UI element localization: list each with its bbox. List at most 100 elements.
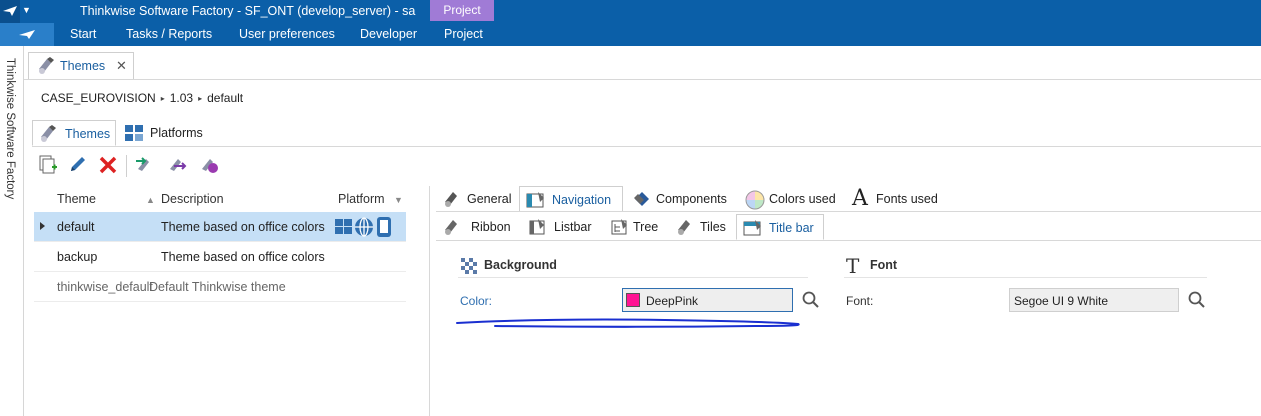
font-field-value: Segoe UI 9 White	[1014, 294, 1109, 308]
document-tab-themes[interactable]: Themes ✕	[28, 52, 134, 79]
ribbon-menu: Start Tasks / Reports User preferences D…	[0, 23, 1261, 46]
tab-navigation-label: Navigation	[552, 193, 612, 207]
color-swatch	[626, 293, 640, 307]
search-icon[interactable]	[801, 290, 821, 310]
tab-general-label: General	[467, 192, 512, 206]
tab-navigation[interactable]: Navigation	[519, 186, 623, 212]
column-header-platform[interactable]: Platform	[338, 192, 385, 206]
checkerboard-icon	[461, 258, 477, 277]
color-field-value: DeepPink	[646, 294, 699, 308]
font-letter-icon: A	[852, 186, 868, 211]
filter-dropdown-icon[interactable]: ▼	[394, 195, 403, 205]
breadcrumb-version[interactable]: 1.03	[170, 91, 193, 105]
subtab-tiles[interactable]: Tiles	[670, 214, 734, 240]
menu-tasks-reports[interactable]: Tasks / Reports	[126, 27, 212, 41]
window-title-bar: ▼ Thinkwise Software Factory - SF_ONT (d…	[0, 0, 1261, 23]
divider	[24, 79, 1261, 80]
toolbar-separator	[126, 155, 127, 177]
breadcrumb-separator: ▸	[198, 94, 203, 103]
table-row[interactable]: thinkwise_default Default Thinkwise them…	[34, 272, 406, 302]
listbar-icon	[528, 218, 548, 239]
copy-theme-icon[interactable]	[166, 153, 188, 177]
color-field[interactable]: DeepPink	[622, 288, 793, 312]
app-icon[interactable]	[0, 0, 20, 23]
subtab-title-bar-label: Title bar	[769, 221, 814, 235]
column-header-description[interactable]: Description	[161, 192, 224, 206]
table-row[interactable]: default Theme based on office colors	[34, 212, 406, 242]
grid-header: Theme ▲ Description Platform ▼	[34, 186, 406, 212]
font-field[interactable]: Segoe UI 9 White	[1009, 288, 1179, 312]
theme-brush-icon	[443, 190, 463, 211]
tab-themes-label: Themes	[65, 127, 111, 141]
tiles-icon	[676, 218, 696, 239]
tree-icon	[610, 218, 630, 239]
menu-developer[interactable]: Developer	[360, 27, 417, 41]
tab-fonts-used[interactable]: A Fonts used	[846, 186, 946, 212]
breadcrumb: CASE_EUROVISION ▸ 1.03 ▸ default	[41, 91, 243, 105]
tab-fonts-used-label: Fonts used	[876, 192, 938, 206]
theme-brush-icon	[37, 57, 57, 78]
search-icon[interactable]	[1187, 290, 1207, 310]
cell-theme: backup	[57, 250, 98, 264]
table-row[interactable]: backup Theme based on office colors	[34, 242, 406, 272]
quick-access-dropdown-icon[interactable]: ▼	[22, 5, 31, 15]
sort-asc-icon[interactable]: ▲	[146, 195, 155, 205]
font-label: Font:	[846, 294, 874, 308]
platform-icons	[334, 216, 394, 241]
group-header-font: Font	[870, 258, 898, 272]
window-title: Thinkwise Software Factory - SF_ONT (dev…	[80, 4, 416, 18]
context-tab-header: Project	[430, 0, 494, 21]
column-header-theme[interactable]: Theme	[57, 192, 96, 206]
cell-description: Default Thinkwise theme	[149, 280, 286, 294]
tab-components[interactable]: Components	[626, 186, 734, 212]
subtab-title-bar[interactable]: Title bar	[736, 214, 824, 240]
side-panel-strip[interactable]: Thinkwise Software Factory	[0, 46, 24, 416]
breadcrumb-separator: ▸	[160, 94, 165, 103]
breadcrumb-project[interactable]: CASE_EUROVISION	[41, 91, 156, 105]
divider	[436, 211, 1261, 212]
document-tab-label: Themes	[60, 59, 106, 73]
subtab-tree[interactable]: Tree	[604, 214, 664, 240]
navigation-icon	[526, 191, 548, 212]
tab-platforms[interactable]: Platforms	[118, 120, 208, 146]
menu-user-preferences[interactable]: User preferences	[239, 27, 335, 41]
tab-themes[interactable]: Themes	[32, 120, 116, 146]
font-t-icon: T	[846, 254, 860, 278]
divider	[458, 277, 808, 278]
add-record-icon[interactable]	[38, 153, 60, 177]
file-menu-button[interactable]	[0, 23, 54, 46]
import-theme-icon[interactable]	[134, 153, 156, 177]
cell-description: Theme based on office colors	[161, 250, 325, 264]
subtab-ribbon-label: Ribbon	[471, 220, 511, 234]
close-icon[interactable]: ✕	[116, 58, 127, 74]
menu-start[interactable]: Start	[70, 27, 96, 41]
subtab-listbar-label: Listbar	[554, 220, 592, 234]
tab-colors-used[interactable]: Colors used	[738, 186, 838, 212]
title-bar-icon	[743, 219, 765, 240]
group-header-background: Background	[484, 258, 557, 272]
ribbon-icon	[443, 218, 463, 239]
windows-icon	[335, 219, 352, 234]
panel-splitter[interactable]	[429, 186, 430, 416]
tab-components-label: Components	[656, 192, 727, 206]
menu-project[interactable]: Project	[444, 27, 483, 41]
divider	[436, 240, 1261, 241]
side-panel-label: Thinkwise Software Factory	[4, 58, 16, 200]
mobile-device-icon	[377, 217, 391, 237]
cell-theme: default	[57, 220, 95, 234]
tab-general[interactable]: General	[437, 186, 517, 212]
subtab-listbar[interactable]: Listbar	[522, 214, 600, 240]
edit-pencil-icon[interactable]	[68, 153, 90, 177]
subtab-tree-label: Tree	[633, 220, 659, 234]
tab-colors-used-label: Colors used	[769, 192, 836, 206]
delete-icon[interactable]	[98, 153, 120, 177]
divider	[32, 146, 1261, 147]
divider	[844, 277, 1207, 278]
subtab-ribbon[interactable]: Ribbon	[437, 214, 517, 240]
cell-description: Theme based on office colors	[161, 220, 325, 234]
platforms-grid-icon	[124, 124, 144, 145]
apply-theme-icon[interactable]	[198, 153, 220, 177]
web-globe-icon	[355, 217, 373, 237]
current-row-indicator	[40, 222, 45, 230]
annotation-underline	[455, 316, 805, 335]
